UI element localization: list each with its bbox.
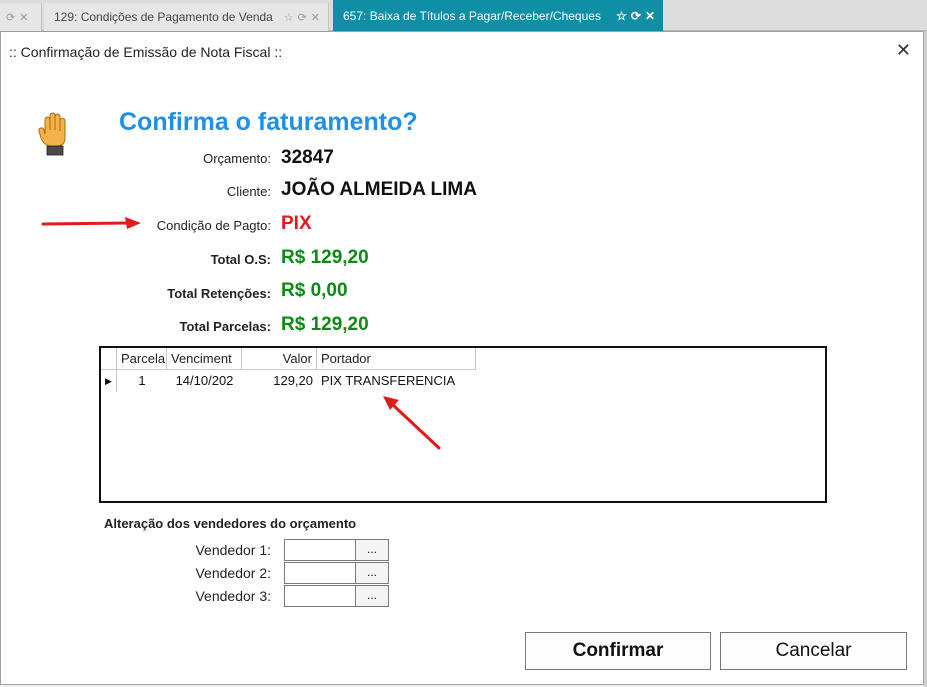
cliente-label: Cliente: (226, 184, 271, 199)
refresh-icon[interactable]: ⟳ (6, 11, 15, 24)
orcamento-label: Orçamento: (203, 151, 271, 166)
total-os-label: Total O.S: (210, 252, 271, 267)
vendedor-3-lookup-button[interactable]: ... (355, 585, 389, 607)
confirm-invoice-dialog: :: Confirmação de Emissão de Nota Fiscal… (0, 31, 924, 685)
vendedor-3-field[interactable] (284, 585, 356, 607)
total-retencoes-label: Total Retenções: (167, 286, 271, 301)
total-retencoes-value: R$ 0,00 (281, 280, 348, 301)
close-icon[interactable]: ✕ (19, 11, 28, 24)
dialog-title: :: Confirmação de Emissão de Nota Fiscal… (9, 44, 283, 60)
confirm-button[interactable]: Confirmar (525, 632, 711, 670)
cell-parcela: 1 (138, 373, 146, 388)
vendedor-2-field[interactable] (284, 562, 356, 584)
tab-condicoes-pagamento[interactable]: 129: Condições de Pagamento de Venda ☆ ⟳… (44, 3, 329, 31)
vendedores-title: Alteração dos vendedores do orçamento (104, 516, 357, 531)
cell-vencimento: 14/10/202 (175, 373, 234, 388)
cell-portador: PIX TRANSFERENCIA (321, 373, 456, 388)
condicao-pagto-value: PIX (281, 213, 312, 234)
vendedor-2-lookup-button[interactable]: ... (355, 562, 389, 584)
close-icon[interactable]: ✕ (896, 40, 911, 61)
tab-bar: ⟳ ✕ 129: Condições de Pagamento de Venda… (0, 0, 927, 31)
total-parcelas-value: R$ 129,20 (281, 314, 369, 335)
tab-label: 129: Condições de Pagamento de Venda (54, 10, 273, 24)
installments-grid[interactable]: Parcela Venciment Valor Portador ▶ 1 14/… (99, 346, 827, 503)
row-pointer-icon: ▶ (101, 370, 117, 392)
total-os-value: R$ 129,20 (281, 247, 369, 268)
table-row[interactable]: 1 14/10/202 129,20 PIX TRANSFERENCIA (117, 370, 476, 392)
col-valor[interactable]: Valor (242, 348, 317, 370)
refresh-icon[interactable]: ⟳ (298, 11, 307, 24)
star-icon[interactable]: ☆ (284, 11, 294, 24)
annotation-arrow-icon (41, 217, 141, 229)
vendedor-1-field[interactable] (284, 539, 356, 561)
tab-label: 657: Baixa de Títulos a Pagar/Receber/Ch… (343, 8, 601, 23)
cancel-button[interactable]: Cancelar (720, 632, 907, 670)
refresh-icon[interactable]: ⟳ (631, 9, 641, 23)
hand-stop-icon (38, 112, 66, 156)
vendedor-1-lookup-button[interactable]: ... (355, 539, 389, 561)
tab-previous[interactable]: ⟳ ✕ (0, 3, 42, 31)
col-vencimento[interactable]: Venciment (167, 348, 242, 370)
vendedor-2-label: Vendedor 2: (195, 565, 271, 581)
close-icon[interactable]: ✕ (311, 11, 320, 24)
confirm-heading: Confirma o faturamento? (119, 108, 418, 136)
tab-baixa-titulos[interactable]: 657: Baixa de Títulos a Pagar/Receber/Ch… (333, 0, 663, 31)
annotation-arrow-icon (383, 396, 441, 450)
star-icon[interactable]: ☆ (616, 9, 627, 23)
orcamento-value: 32847 (281, 147, 334, 168)
vendedor-1-label: Vendedor 1: (195, 542, 271, 558)
close-icon[interactable]: ✕ (645, 9, 655, 23)
cliente-value: JOÃO ALMEIDA LIMA (281, 179, 477, 200)
col-portador[interactable]: Portador (317, 348, 476, 370)
grid-header: Parcela Venciment Valor Portador (101, 348, 476, 370)
vendedor-3-label: Vendedor 3: (195, 588, 271, 604)
cell-valor: 129,20 (273, 373, 313, 388)
total-parcelas-label: Total Parcelas: (179, 319, 271, 334)
col-parcela[interactable]: Parcela (117, 348, 167, 370)
grid-corner (101, 348, 117, 370)
